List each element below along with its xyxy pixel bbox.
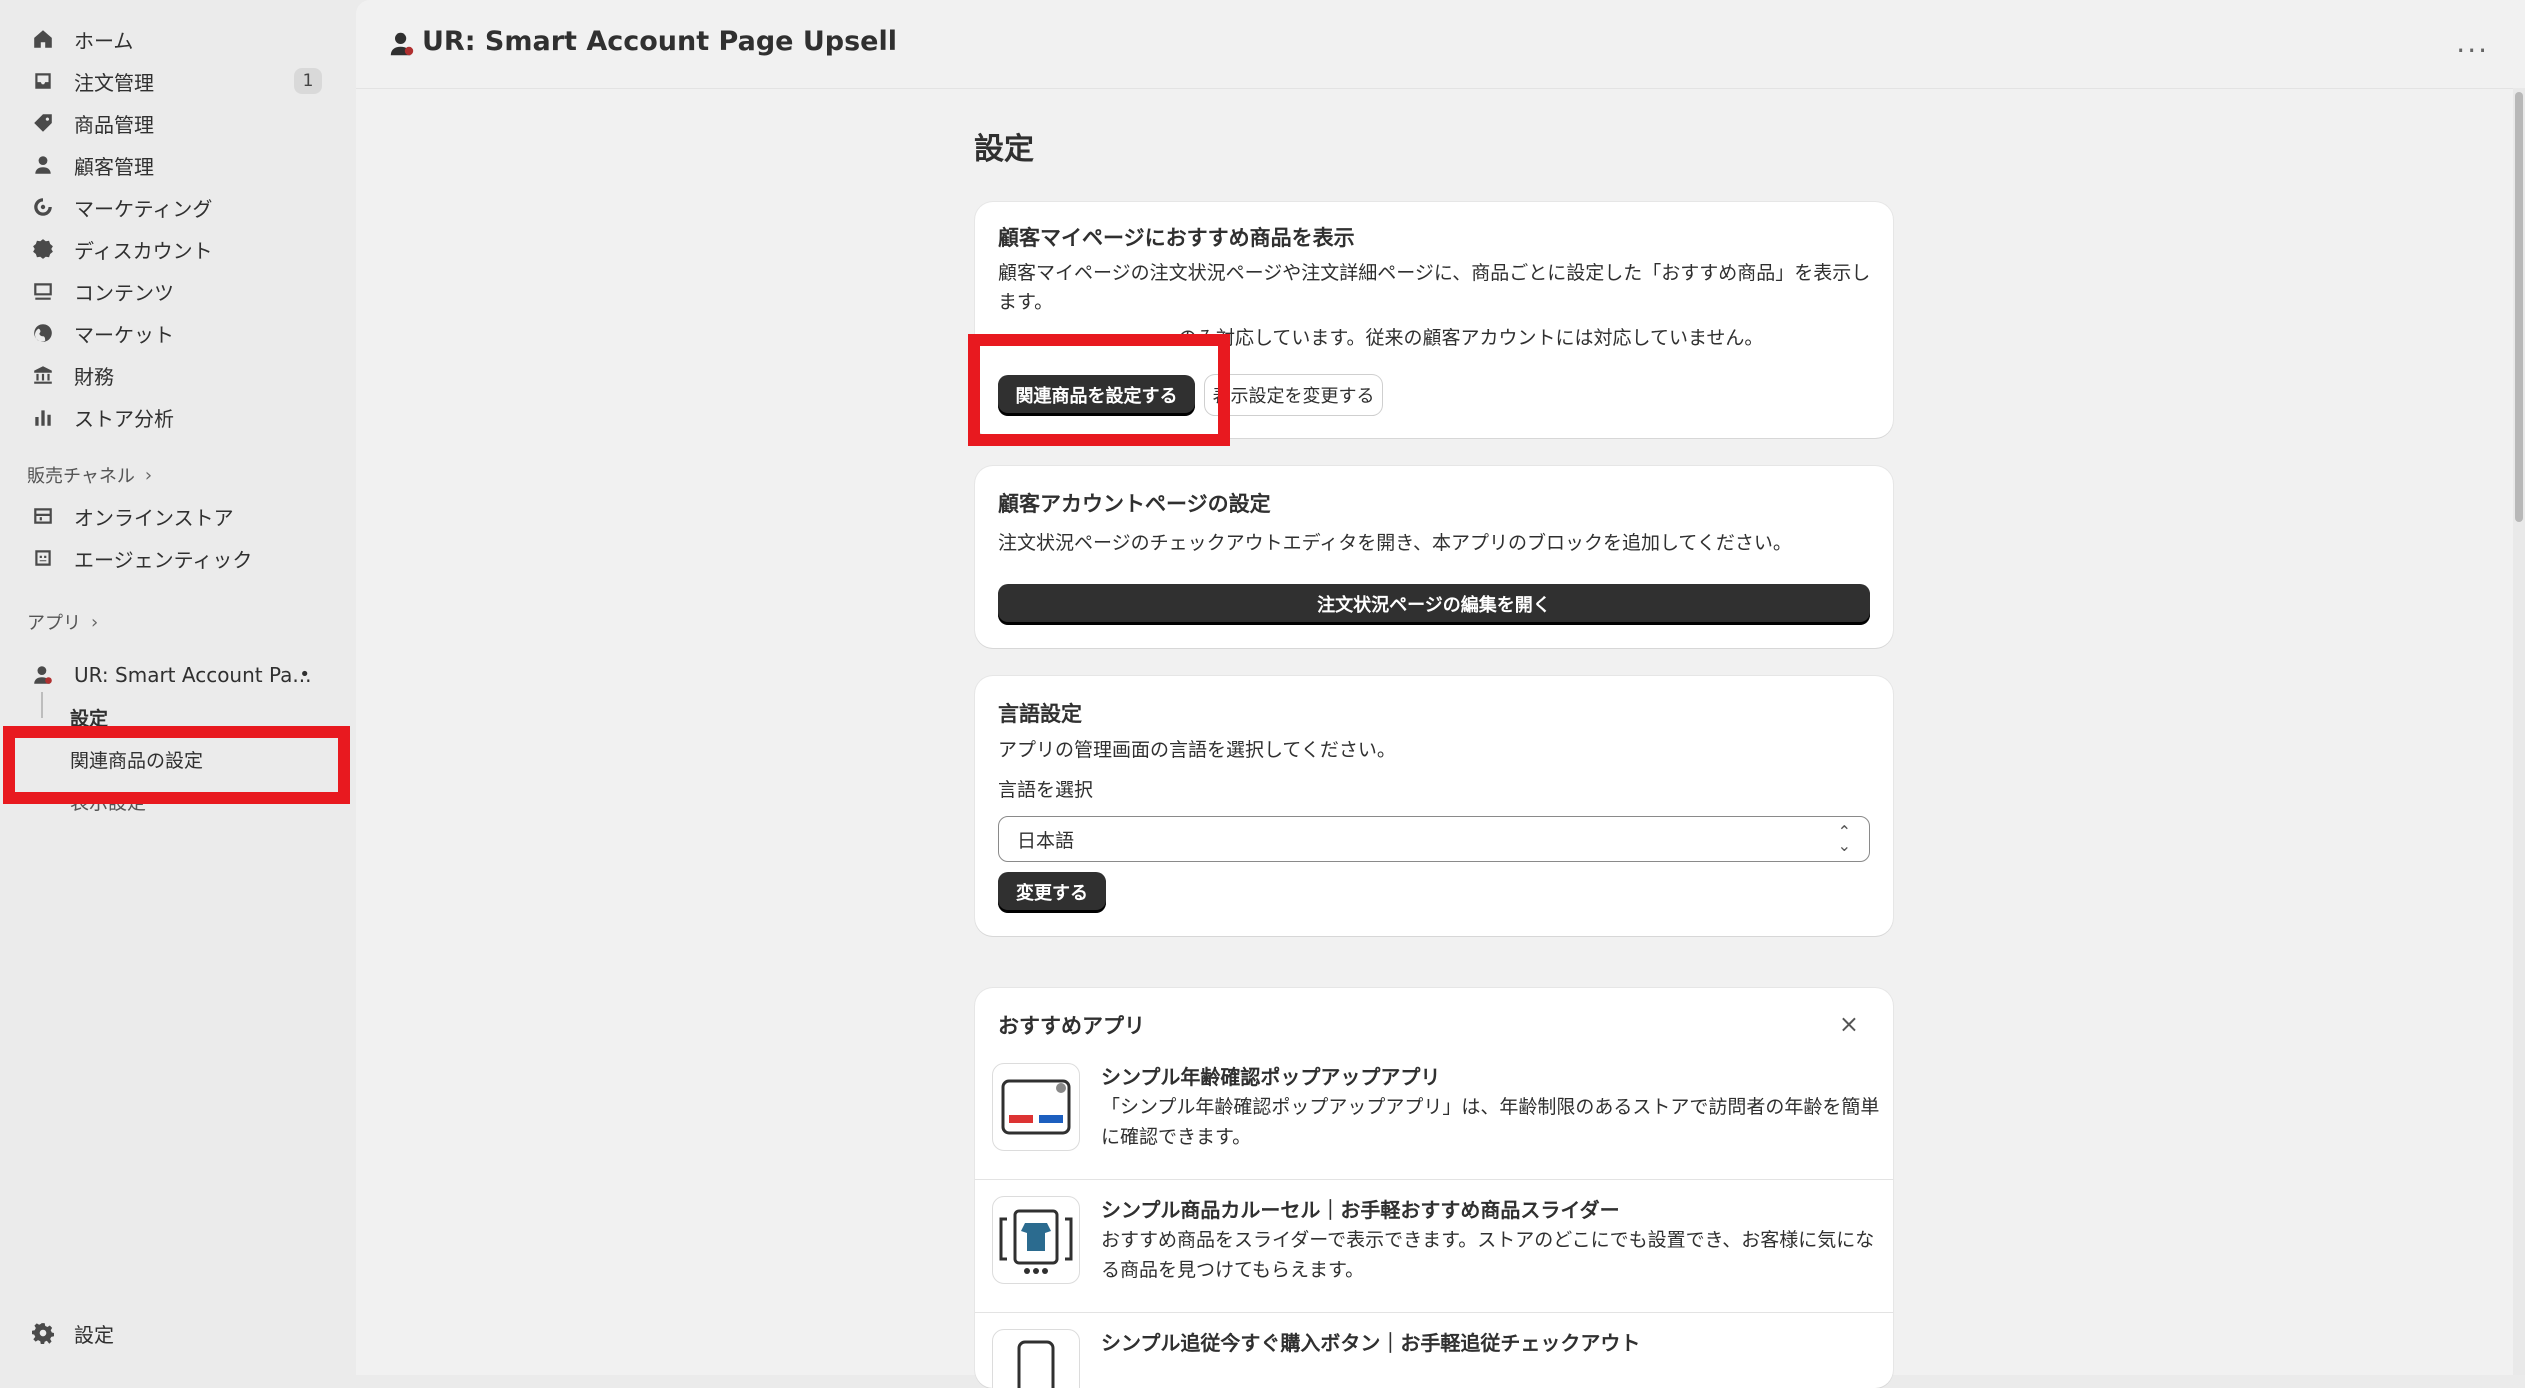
age-verification-app-icon bbox=[992, 1063, 1080, 1151]
sidebar-item-label: UR: Smart Account Pa... bbox=[74, 663, 312, 687]
orders-count-badge: 1 bbox=[294, 68, 322, 94]
card-note: のみ対応しています。従来の顧客アカウントには対応していません。 bbox=[1178, 327, 1764, 349]
more-actions-icon[interactable]: ··· bbox=[2456, 34, 2489, 67]
sidebar-item-label: ホーム bbox=[74, 28, 134, 53]
sidebar-item-orders[interactable]: 注文管理 1 bbox=[20, 62, 336, 100]
home-icon bbox=[30, 26, 56, 52]
sidebar-item-label: オンラインストア bbox=[74, 505, 234, 530]
sidebar-item-agentic[interactable]: エージェンティック bbox=[20, 539, 336, 577]
sidebar-item-marketing[interactable]: マーケティング bbox=[20, 188, 336, 226]
sidebar-item-products[interactable]: 商品管理 bbox=[20, 104, 336, 142]
card-description: 注文状況ページのチェックアウトエディタを開き、本アプリのブロックを追加してくださ… bbox=[998, 532, 1792, 554]
card-title: おすすめアプリ bbox=[998, 1014, 1145, 1038]
product-carousel-app-icon bbox=[992, 1196, 1080, 1284]
sidebar-item-content[interactable]: コンテンツ bbox=[20, 272, 336, 310]
card-description: 顧客マイページの注文状況ページや注文詳細ページに、商品ごとに設定した「おすすめ商… bbox=[998, 262, 1871, 313]
recommended-app-name: シンプル年齢確認ポップアップアプリ bbox=[1101, 1065, 1441, 1089]
language-select[interactable]: 日本語 ⌃ ⌄ bbox=[998, 816, 1870, 862]
sidebar-item-customers[interactable]: 顧客管理 bbox=[20, 146, 336, 184]
app-header: UR: Smart Account Page Upsell ··· bbox=[356, 0, 2525, 89]
sidebar-item-discounts[interactable]: ディスカウント bbox=[20, 230, 336, 268]
store-icon bbox=[30, 503, 56, 529]
sidebar-item-label: ディスカウント bbox=[74, 238, 213, 263]
sidebar-item-label: エージェンティック bbox=[74, 547, 253, 572]
app-icon bbox=[390, 32, 414, 56]
app-icon bbox=[30, 662, 56, 688]
change-display-settings-button[interactable]: 表示設定を変更する bbox=[1205, 375, 1382, 415]
card-title: 言語設定 bbox=[998, 702, 1082, 726]
chevron-right-icon: › bbox=[91, 611, 99, 633]
highlight-box-button bbox=[968, 334, 1230, 446]
card-title: 顧客マイページにおすすめ商品を表示 bbox=[998, 226, 1355, 250]
sidebar-item-app[interactable]: UR: Smart Account Pa... • bbox=[20, 656, 336, 694]
page-title: 設定 bbox=[974, 132, 1034, 167]
account-page-settings-card: 顧客アカウントページの設定 注文状況ページのチェックアウトエディタを開き、本アプ… bbox=[975, 466, 1893, 648]
recommended-app-row[interactable]: シンプル年齢確認ポップアップアプリ 「シンプル年齢確認ポップアップアプリ」は、年… bbox=[975, 1050, 1893, 1182]
recommended-app-description: おすすめ商品をスライダーで表示できます。ストアのどこにでも設置でき、お客様に気に… bbox=[1101, 1229, 1875, 1281]
highlight-box-sidebar bbox=[3, 726, 350, 804]
sidebar-item-analytics[interactable]: ストア分析 bbox=[20, 398, 336, 436]
sidebar-item-label: 設定 bbox=[74, 1322, 114, 1347]
image-icon bbox=[30, 278, 56, 304]
sidebar-item-label: 財務 bbox=[74, 364, 114, 389]
app-title: UR: Smart Account Page Upsell bbox=[422, 26, 898, 57]
recommended-app-name: シンプル追従今すぐ購入ボタン｜お手軽追従チェックアウト bbox=[1101, 1331, 1641, 1355]
divider bbox=[975, 1179, 1893, 1180]
sidebar-item-online-store[interactable]: オンラインストア bbox=[20, 497, 336, 535]
sidebar-item-label: 商品管理 bbox=[74, 112, 154, 137]
sidebar-item-label: コンテンツ bbox=[74, 280, 174, 305]
sidebar-item-finance[interactable]: 財務 bbox=[20, 356, 336, 394]
sidebar-item-label: マーケット bbox=[74, 322, 174, 347]
tag-icon bbox=[30, 110, 56, 136]
recommended-apps-card: おすすめアプリ × シンプル年齢確認ポップアップアプリ 「シンプル年齢確認ポップ… bbox=[975, 988, 1893, 1388]
sidebar-item-settings[interactable]: 設定 bbox=[20, 1314, 336, 1352]
card-title: 顧客アカウントページの設定 bbox=[998, 492, 1271, 516]
person-icon bbox=[30, 152, 56, 178]
inbox-icon bbox=[30, 68, 56, 94]
sidebar-item-label: マーケティング bbox=[74, 196, 213, 221]
apps-header[interactable]: アプリ › bbox=[27, 609, 98, 635]
sidebar-item-home[interactable]: ホーム bbox=[20, 20, 336, 58]
sales-channels-header[interactable]: 販売チャネル › bbox=[27, 462, 152, 488]
apps-label: アプリ bbox=[27, 613, 81, 634]
tree-line bbox=[41, 692, 43, 718]
recommended-app-row[interactable]: シンプル商品カルーセル｜お手軽おすすめ商品スライダー おすすめ商品をスライダーで… bbox=[975, 1183, 1893, 1315]
recommended-app-description: 「シンプル年齢確認ポップアップアプリ」は、年齢制限のあるストアで訪問者の年齢を簡… bbox=[1101, 1096, 1880, 1148]
globe-icon bbox=[30, 320, 56, 346]
change-language-button[interactable]: 変更する bbox=[998, 872, 1106, 912]
chevron-right-icon: › bbox=[144, 464, 153, 486]
sidebar-item-label: ストア分析 bbox=[74, 406, 174, 431]
bank-icon bbox=[30, 362, 56, 388]
gear-icon bbox=[30, 1320, 56, 1346]
language-select-value: 日本語 bbox=[1017, 829, 1075, 852]
open-order-status-editor-button[interactable]: 注文状況ページの編集を開く bbox=[998, 584, 1870, 624]
recommended-app-row[interactable]: シンプル追従今すぐ購入ボタン｜お手軽追従チェックアウト bbox=[975, 1316, 1893, 1388]
sidebar-item-label: 注文管理 bbox=[74, 70, 154, 95]
divider bbox=[975, 1312, 1893, 1313]
language-settings-card: 言語設定 アプリの管理画面の言語を選択してください。 言語を選択 日本語 ⌃ ⌄ … bbox=[975, 676, 1893, 936]
card-description: アプリの管理画面の言語を選択してください。 bbox=[998, 739, 1396, 761]
main-panel: UR: Smart Account Page Upsell ··· 設定 顧客マ… bbox=[356, 0, 2525, 1388]
scrollbar-thumb[interactable] bbox=[2515, 92, 2523, 522]
language-select-label: 言語を選択 bbox=[998, 779, 1094, 801]
sales-channels-label: 販売チャネル bbox=[27, 466, 135, 487]
sidebar: ホーム 注文管理 1 商品管理 顧客管理 マーケティング ディスカウント コンテ… bbox=[0, 0, 356, 1375]
discount-icon bbox=[30, 236, 56, 262]
chart-icon bbox=[30, 404, 56, 430]
recommended-app-name: シンプル商品カルーセル｜お手軽おすすめ商品スライダー bbox=[1101, 1198, 1620, 1222]
sidebar-item-label: 顧客管理 bbox=[74, 154, 154, 179]
close-icon[interactable]: × bbox=[1839, 1010, 1859, 1038]
target-icon bbox=[30, 194, 56, 220]
sticky-buy-button-app-icon bbox=[992, 1329, 1080, 1388]
sidebar-item-markets[interactable]: マーケット bbox=[20, 314, 336, 352]
pin-dot-icon: • bbox=[299, 664, 310, 685]
chevron-up-down-icon: ⌃ ⌄ bbox=[1837, 822, 1851, 855]
bot-icon bbox=[30, 545, 56, 571]
